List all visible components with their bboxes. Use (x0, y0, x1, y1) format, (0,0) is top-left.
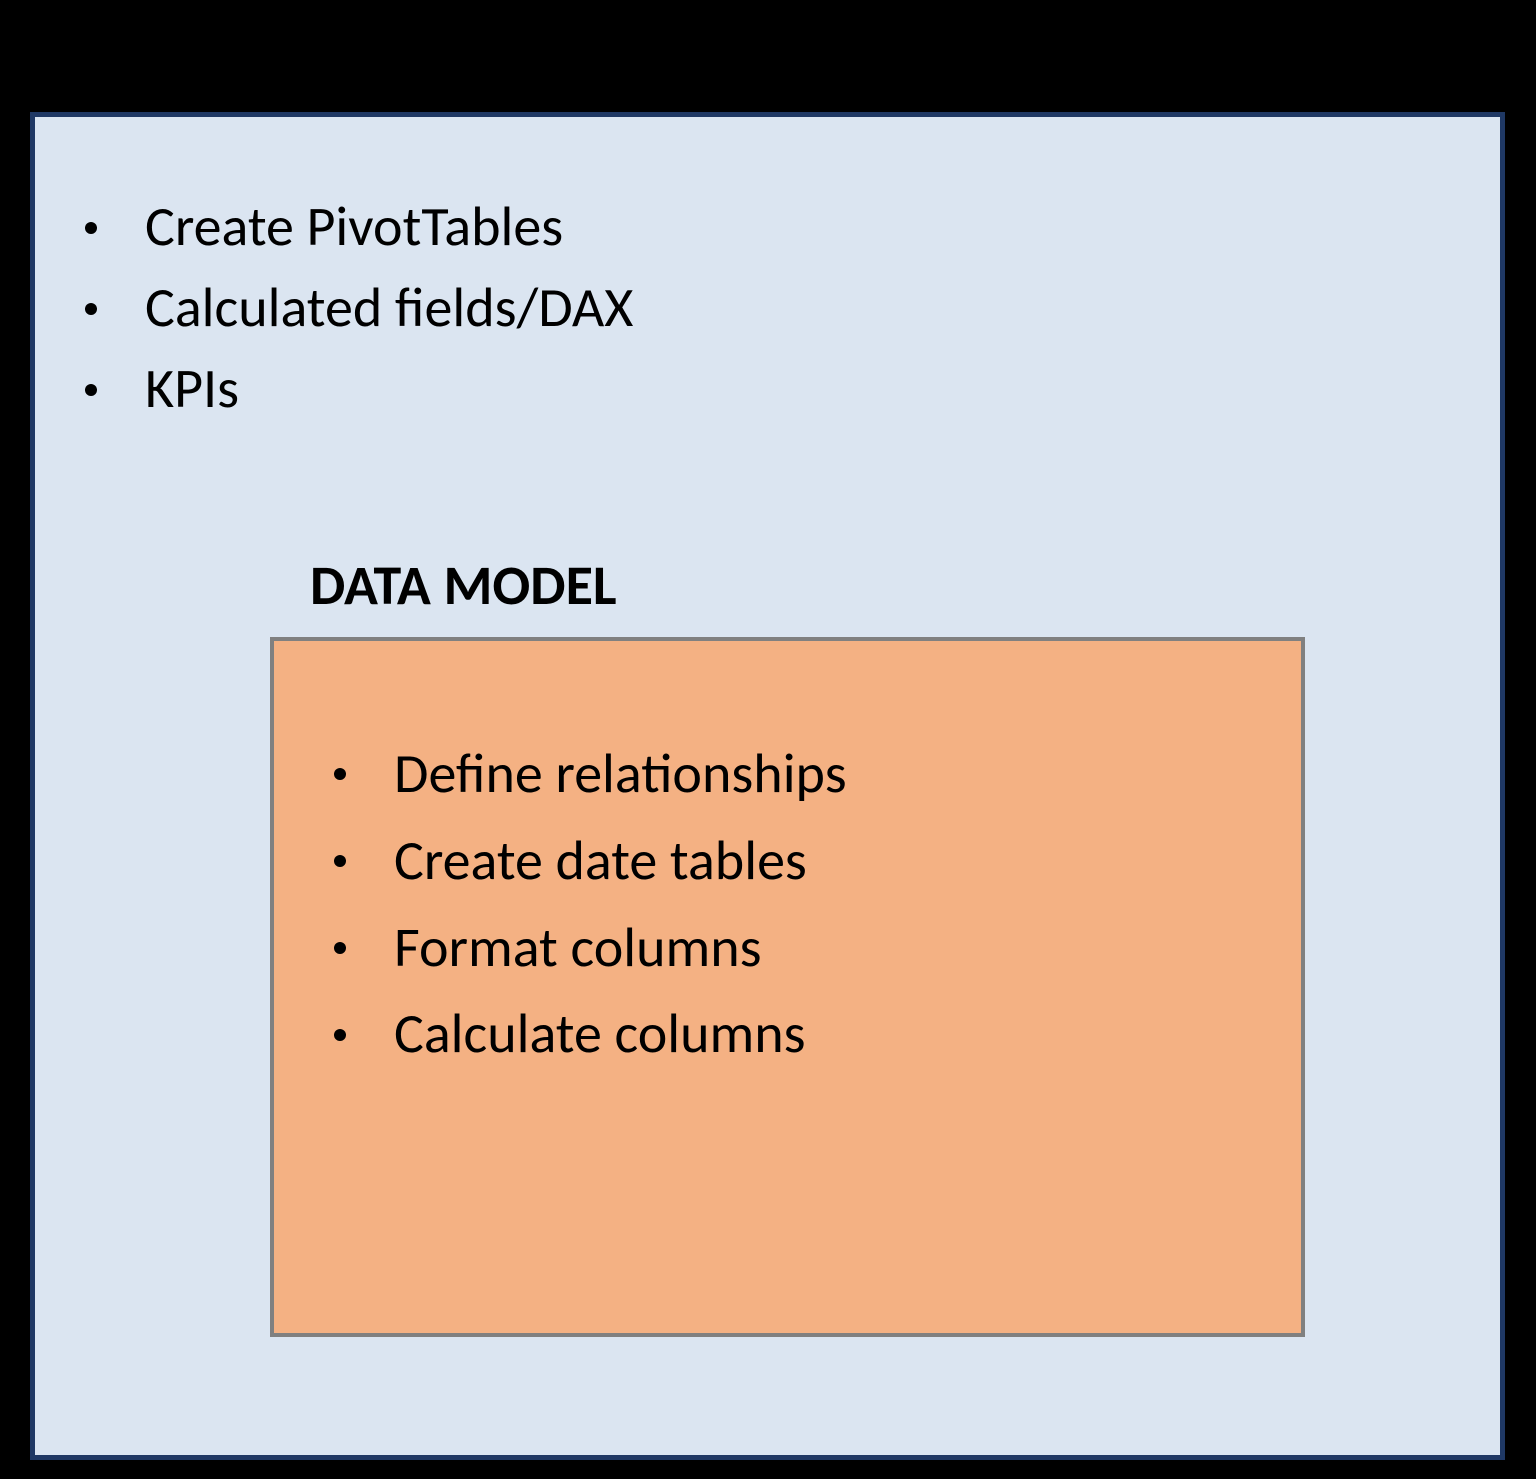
list-item-text: Format columns (394, 905, 762, 992)
bullet-icon (334, 942, 346, 954)
bullet-icon (334, 1029, 346, 1041)
outer-bullet-list: Create PivotTables Calculated fields/DAX… (35, 117, 1500, 431)
inner-box-title: DATA MODEL (310, 552, 617, 620)
list-item: Calculate columns (334, 991, 1301, 1078)
list-item-text: Create PivotTables (145, 187, 563, 268)
list-item: Format columns (334, 905, 1301, 992)
list-item-text: Calculate columns (394, 991, 806, 1078)
bullet-icon (334, 768, 346, 780)
list-item: Define relationships (334, 731, 1301, 818)
list-item-text: Create date tables (394, 818, 807, 905)
list-item: Calculated fields/DAX (85, 268, 1500, 349)
list-item-text: KPIs (145, 349, 239, 430)
bullet-icon (85, 303, 97, 315)
list-item: Create PivotTables (85, 187, 1500, 268)
list-item-text: Define relationships (394, 731, 847, 818)
bullet-icon (85, 384, 97, 396)
list-item-text: Calculated fields/DAX (145, 268, 633, 349)
inner-bullet-list: Define relationships Create date tables … (274, 641, 1301, 1078)
inner-container: Define relationships Create date tables … (270, 637, 1305, 1337)
outer-container: Create PivotTables Calculated fields/DAX… (30, 112, 1505, 1460)
list-item: Create date tables (334, 818, 1301, 905)
bullet-icon (334, 855, 346, 867)
list-item: KPIs (85, 349, 1500, 430)
bullet-icon (85, 222, 97, 234)
